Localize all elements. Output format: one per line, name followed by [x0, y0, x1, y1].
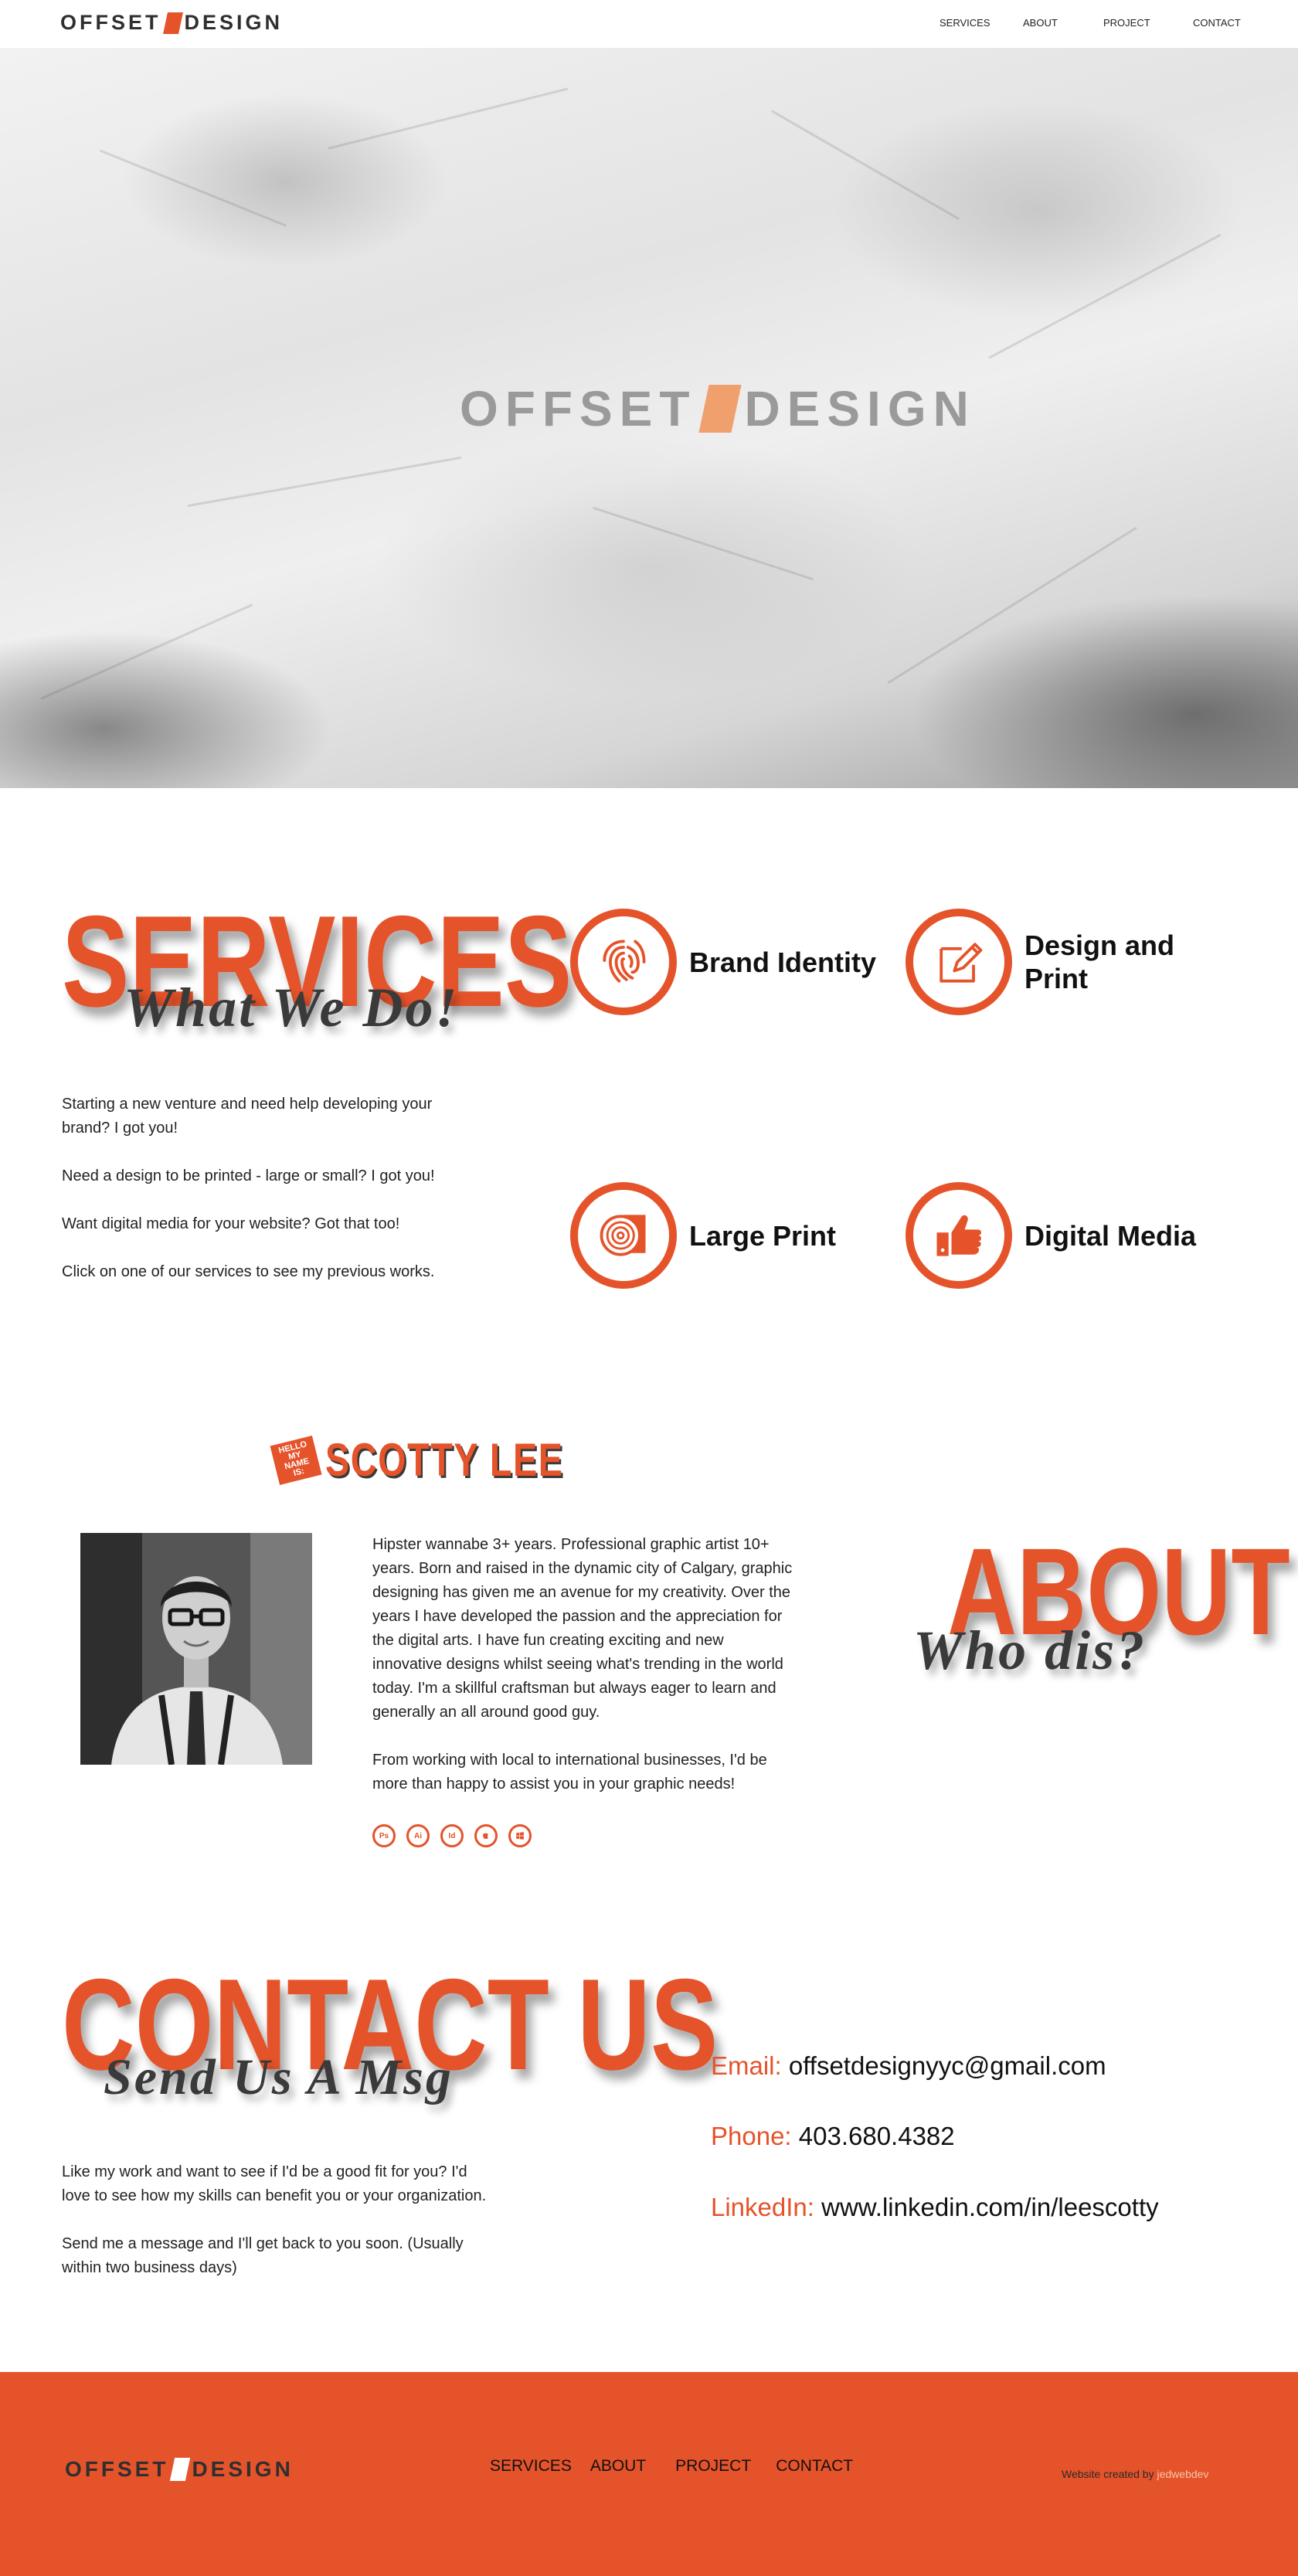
top-nav: OFFSET DESIGN SERVICES ABOUT PROJECT CON…: [0, 0, 1298, 48]
footer-logo-right: DESIGN: [192, 2457, 294, 2481]
hero-logo-mark-icon: [698, 385, 742, 433]
email-link[interactable]: offsetdesignyyc@gmail.com: [789, 2051, 1106, 2080]
service-ring: [906, 1182, 1012, 1289]
nav-links: SERVICES ABOUT PROJECT CONTACT: [927, 17, 1244, 32]
contact-email: Email: offsetdesignyyc@gmail.com: [711, 2051, 1106, 2081]
footer-link-about[interactable]: ABOUT: [590, 2457, 646, 2476]
tool-icons: Ps Ai Id: [372, 1824, 532, 1847]
about-subheading: Who dis?: [913, 1619, 1147, 1681]
illustrator-icon: Ai: [406, 1824, 430, 1847]
about-description: Hipster wannabe 3+ years. Professional g…: [372, 1533, 797, 1820]
services-para: Want digital media for your website? Got…: [62, 1215, 400, 1232]
credit-dev-link[interactable]: jedwebdev: [1157, 2468, 1208, 2480]
contact-phone: Phone: 403.680.4382: [711, 2122, 955, 2151]
hero-banner: OFFSET DESIGN: [0, 48, 1298, 788]
services-para: Need a design to be printed - large or s…: [62, 1167, 435, 1184]
nav-about[interactable]: ABOUT: [1023, 17, 1058, 29]
nav-contact[interactable]: CONTACT: [1193, 17, 1241, 29]
footer-link-contact[interactable]: CONTACT: [776, 2457, 853, 2476]
service-ring: [906, 909, 1012, 1015]
services-subheading: What We Do!: [124, 977, 460, 1038]
footer-link-project[interactable]: PROJECT: [675, 2457, 751, 2476]
paper-crease: [328, 87, 569, 150]
fingerprint-icon: [603, 940, 646, 983]
footer-link-services[interactable]: SERVICES: [490, 2457, 572, 2476]
footer-links: SERVICES ABOUT PROJECT CONTACT: [490, 2457, 853, 2476]
logo-mark-icon: [162, 12, 183, 34]
paper-crease: [592, 506, 814, 581]
service-digital-media[interactable]: Digital Media: [906, 1182, 1225, 1289]
contact-para: Like my work and want to see if I'd be a…: [62, 2163, 487, 2204]
contact-description: Like my work and want to see if I'd be a…: [62, 2160, 487, 2304]
paper-crease: [988, 233, 1222, 359]
contact-linkedin: LinkedIn: www.linkedin.com/in/leescotty: [711, 2193, 1159, 2222]
apple-icon: [474, 1824, 498, 1847]
hello-badge: HELLO MY NAME IS:: [270, 1435, 322, 1485]
paper-crease: [771, 110, 960, 220]
nav-project[interactable]: PROJECT: [1103, 17, 1150, 29]
about-para: Hipster wannabe 3+ years. Professional g…: [372, 1536, 793, 1721]
service-label: Digital Media: [1024, 1219, 1197, 1252]
phone-link[interactable]: 403.680.4382: [799, 2122, 955, 2150]
paper-roll-icon: [600, 1215, 646, 1256]
linkedin-link[interactable]: www.linkedin.com/in/leescotty: [821, 2193, 1159, 2221]
logo-word-right: DESIGN: [184, 11, 284, 34]
footer-logo[interactable]: OFFSET DESIGN: [65, 2457, 294, 2482]
about-para: From working with local to international…: [372, 1752, 767, 1793]
services-para: Click on one of our services to see my p…: [62, 1263, 435, 1280]
hero-logo-left: OFFSET: [460, 381, 697, 437]
credit-text: Website created by: [1062, 2468, 1154, 2480]
contact-para: Send me a message and I'll get back to y…: [62, 2235, 464, 2276]
service-design-and-print[interactable]: Design and Print: [906, 909, 1225, 1015]
linkedin-label: LinkedIn:: [711, 2193, 814, 2221]
photoshop-icon: Ps: [372, 1824, 396, 1847]
name-tag: HELLO MY NAME IS: SCOTTY LEE: [270, 1433, 631, 1487]
profile-photo: [80, 1533, 312, 1765]
service-large-print[interactable]: Large Print: [570, 1182, 890, 1289]
pencil-document-icon: [940, 943, 983, 983]
paper-crease: [887, 526, 1137, 685]
paper-crease: [187, 456, 462, 508]
indesign-icon: Id: [440, 1824, 464, 1847]
service-brand-identity[interactable]: Brand Identity: [570, 909, 890, 1015]
paper-crease: [99, 149, 287, 227]
thumbs-up-icon: [936, 1215, 981, 1256]
footer-logo-left: OFFSET: [65, 2457, 169, 2481]
site-logo[interactable]: OFFSET DESIGN: [60, 11, 283, 35]
nav-services[interactable]: SERVICES: [940, 17, 990, 29]
service-ring: [570, 1182, 677, 1289]
email-label: Email:: [711, 2051, 782, 2080]
footer: OFFSET DESIGN SERVICES ABOUT PROJECT CON…: [0, 2372, 1298, 2576]
paper-crease: [40, 603, 253, 700]
logo-word-left: OFFSET: [60, 11, 161, 34]
about-name: SCOTTY LEE: [325, 1434, 564, 1486]
service-label: Large Print: [689, 1219, 837, 1252]
services-description: Starting a new venture and need help dev…: [62, 1093, 471, 1308]
phone-label: Phone:: [711, 2122, 792, 2150]
service-label: Brand Identity: [689, 946, 877, 978]
service-label: Design and Print: [1024, 929, 1175, 994]
hero-logo: OFFSET DESIGN: [460, 380, 976, 437]
hero-logo-right: DESIGN: [744, 381, 976, 437]
portrait-image: [80, 1533, 312, 1765]
service-ring: [570, 909, 677, 1015]
site-credit: Website created by jedwebdev: [1062, 2468, 1208, 2480]
contact-subheading: Send Us A Msg: [104, 2049, 454, 2105]
windows-icon: [508, 1824, 532, 1847]
footer-logo-mark-icon: [170, 2458, 191, 2481]
services-para: Starting a new venture and need help dev…: [62, 1096, 433, 1137]
